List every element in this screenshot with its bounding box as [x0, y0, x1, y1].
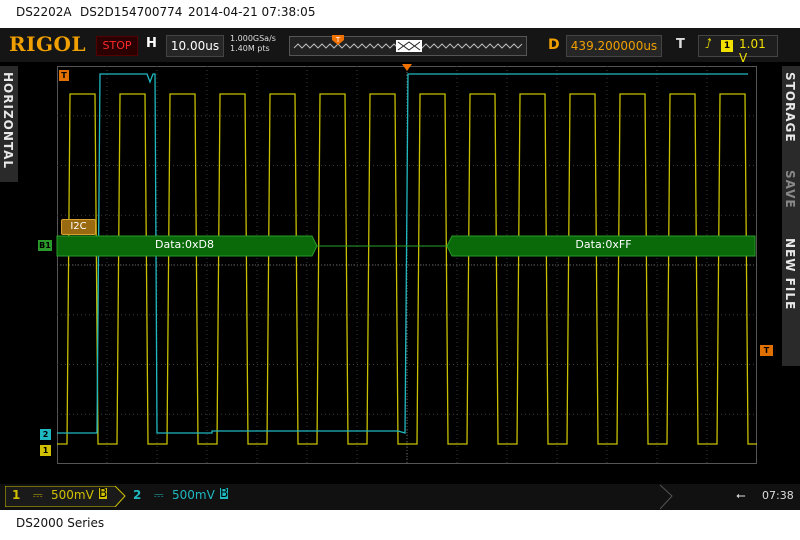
bandwidth-limit-icon: B: [220, 486, 229, 500]
trigger-channel: 1: [721, 40, 733, 52]
brand-logo: RIGOL: [9, 32, 87, 56]
timebase-value[interactable]: 10.00us: [166, 35, 224, 57]
memory-overview-bar: T: [289, 35, 527, 56]
storage-label: STORAGE: [783, 72, 797, 143]
channel-1-marker: 1: [40, 445, 51, 456]
caption-bottom: DS2000 Series: [0, 510, 800, 540]
caption-top: DS2202A DS2D154700774 2014-04-21 07:38:0…: [0, 0, 800, 28]
channel-2-number: 2: [133, 488, 142, 502]
horizontal-menu-tab[interactable]: HORIZONTAL: [0, 66, 18, 182]
graticule-and-traces: [57, 66, 757, 464]
series-label: DS2000 Series: [16, 516, 105, 530]
i2c-bus-label: I2C: [61, 219, 96, 235]
datetime-label: 2014-04-21 07:38:05: [188, 5, 316, 19]
run-stop-indicator[interactable]: STOP: [96, 36, 138, 56]
trigger-settings[interactable]: ⭜ 1 1.01 V: [698, 35, 778, 65]
trigger-label: T: [676, 37, 685, 52]
dc-coupling-icon: ⎓: [154, 488, 164, 502]
clock-time: 07:38: [762, 489, 794, 502]
channel-2-tab[interactable]: 2 ⎓ 500mV B: [126, 486, 240, 507]
usb-icon: ⭠: [736, 488, 746, 502]
horizontal-menu-label: HORIZONTAL: [1, 72, 15, 170]
serial-label: DS2D154700774: [80, 5, 183, 19]
bus-frame-2-label: Data:0xFF: [575, 238, 632, 251]
channel-2-marker: 2: [40, 429, 51, 440]
memory-overview-waveform: [293, 40, 523, 52]
channel-1-scale: 500mV: [51, 488, 94, 502]
horizontal-label: H: [146, 36, 157, 51]
trigger-level-marker: T: [760, 345, 773, 356]
save-label: SAVE: [783, 170, 797, 209]
channel-1-tab[interactable]: 1 ⎓ 500mV B: [5, 486, 126, 507]
rising-edge-icon: ⭜: [705, 37, 712, 52]
channel-2-scale: 500mV: [172, 488, 215, 502]
bandwidth-limit-icon: B: [99, 486, 108, 500]
scope-screen: RIGOL STOP H 10.00us 1.000GSa/s 1.40M pt…: [0, 28, 800, 510]
bus-frame-1-label: Data:0xD8: [155, 238, 214, 251]
channel-bar: 1 ⎓ 500mV B 2 ⎓ 500mV B ⭠ 07:38: [0, 484, 800, 510]
delay-value[interactable]: 439.200000us: [566, 35, 662, 57]
sample-rate: 1.000GSa/s: [230, 34, 276, 43]
storage-menu-tab[interactable]: STORAGE SAVE NEW FILE: [782, 66, 800, 366]
trigger-position-marker: T: [59, 70, 69, 81]
dc-coupling-icon: ⎓: [33, 488, 43, 502]
delay-label: D: [548, 37, 560, 53]
trigger-offset-arrow: [402, 64, 412, 71]
status-bar: RIGOL STOP H 10.00us 1.000GSa/s 1.40M pt…: [0, 28, 800, 65]
memory-depth: 1.40M pts: [230, 44, 270, 53]
memory-trigger-marker: T: [332, 35, 344, 45]
waveform-display[interactable]: [57, 66, 757, 464]
model-label: DS2202A: [16, 5, 72, 19]
sample-rate-info: 1.000GSa/s 1.40M pts: [230, 34, 276, 54]
svg-text:T: T: [335, 36, 341, 44]
trigger-level: 1.01 V: [739, 37, 766, 65]
channel-1-number: 1: [12, 488, 21, 502]
